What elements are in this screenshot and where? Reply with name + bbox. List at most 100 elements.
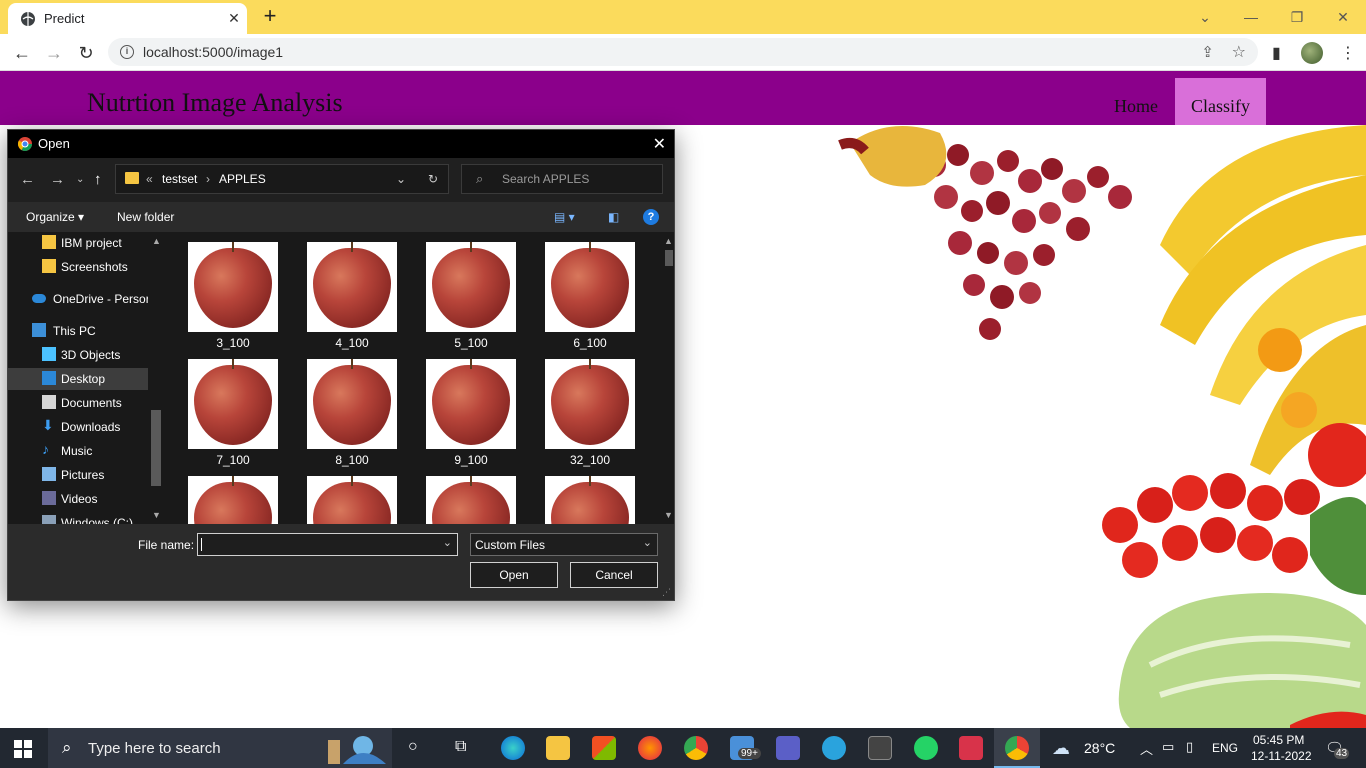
network-icon[interactable]: ▭	[1162, 739, 1174, 755]
file-type-select[interactable]: Custom Files ⌄	[470, 533, 658, 556]
organize-button[interactable]: Organize ▾	[26, 210, 84, 224]
nav-item-onedrive[interactable]: OneDrive - Persor	[8, 288, 150, 310]
file-item[interactable]	[188, 476, 278, 524]
chevron-down-icon[interactable]: ⌄	[643, 536, 652, 549]
nav-home-link[interactable]: Home	[1114, 96, 1158, 117]
chrome-icon[interactable]	[684, 736, 708, 760]
nav-item-ibm-project[interactable]: IBM project	[8, 232, 148, 254]
clock-time[interactable]: 05:45 PM	[1253, 733, 1304, 747]
file-item[interactable]	[545, 476, 635, 524]
nav-item-videos[interactable]: Videos	[8, 488, 148, 510]
forward-arrow-icon[interactable]: →	[50, 171, 65, 188]
nav-item-screenshots[interactable]: Screenshots	[8, 256, 148, 278]
nav-item-this-pc[interactable]: This PC	[8, 320, 148, 342]
open-button[interactable]: Open	[470, 562, 558, 588]
preview-pane-icon[interactable]: ◧	[608, 210, 619, 224]
tab-search-icon[interactable]: ⌄	[1182, 4, 1228, 30]
file-item[interactable]: 5_100	[426, 242, 516, 350]
chevron-down-icon[interactable]: ⌄	[443, 536, 452, 549]
cloud-weather-icon[interactable]: ☁	[1052, 738, 1070, 759]
dialog-close-icon[interactable]: ✕	[653, 134, 666, 154]
new-tab-button[interactable]: +	[258, 5, 282, 29]
info-icon[interactable]: i	[120, 45, 134, 59]
file-explorer-icon[interactable]	[546, 736, 570, 760]
nav-item-3d-objects[interactable]: 3D Objects	[8, 344, 148, 366]
profile-avatar[interactable]	[1301, 42, 1323, 64]
clock-date[interactable]: 12-11-2022	[1251, 749, 1312, 763]
address-bar[interactable]: i localhost:5000/image1 ⇪ ☆	[108, 38, 1258, 66]
menu-kebab-icon[interactable]: ⋮	[1340, 43, 1356, 63]
scroll-down-icon[interactable]: ▼	[664, 510, 673, 520]
up-folder-icon[interactable]: ↑	[94, 171, 102, 188]
side-panel-icon[interactable]: ▮	[1272, 43, 1281, 63]
app-icon[interactable]	[959, 736, 983, 760]
windows-start-icon[interactable]	[14, 740, 32, 758]
minimize-button[interactable]: —	[1228, 4, 1274, 30]
restore-button[interactable]: ❐	[1274, 4, 1320, 30]
resize-grip-icon[interactable]: ⋰	[662, 587, 671, 598]
scrollbar-thumb[interactable]	[665, 250, 673, 266]
nav-item-windows-c[interactable]: Windows (C:)	[8, 512, 148, 524]
nav-classify-link[interactable]: Classify	[1175, 78, 1266, 125]
bookmark-star-icon[interactable]: ☆	[1232, 42, 1246, 62]
file-item[interactable]: 9_100	[426, 359, 516, 467]
battery-icon[interactable]: ▯	[1186, 739, 1193, 755]
breadcrumb-testset[interactable]: testset	[162, 172, 197, 186]
microsoft-store-icon[interactable]	[592, 736, 616, 760]
scroll-up-icon[interactable]: ▲	[664, 236, 673, 246]
cancel-button[interactable]: Cancel	[570, 562, 658, 588]
scroll-down-icon[interactable]: ▼	[152, 510, 161, 520]
reload-icon[interactable]: ↻	[72, 39, 100, 67]
terminal-icon[interactable]	[868, 736, 892, 760]
forward-arrow-icon[interactable]: →	[40, 39, 68, 67]
back-arrow-icon[interactable]: ←	[20, 171, 35, 188]
chevron-down-icon[interactable]: ⌄	[396, 172, 406, 186]
nav-item-documents[interactable]: Documents	[8, 392, 148, 414]
browser-tab-predict[interactable]: Predict ✕	[8, 3, 247, 34]
file-name-input[interactable]: ⌄	[197, 533, 458, 556]
file-item[interactable]	[307, 476, 397, 524]
scroll-up-icon[interactable]: ▲	[152, 236, 161, 246]
taskbar-active-chrome[interactable]	[994, 728, 1040, 768]
tab-close-icon[interactable]: ✕	[224, 8, 244, 28]
url-text[interactable]: localhost:5000/image1	[143, 44, 283, 60]
file-item[interactable]: 32_100	[545, 359, 635, 467]
share-icon[interactable]: ⇪	[1201, 43, 1214, 61]
file-item[interactable]	[426, 476, 516, 524]
view-options-icon[interactable]: ▤ ▾	[554, 210, 575, 224]
scrollbar-thumb[interactable]	[151, 410, 161, 486]
breadcrumb-apples[interactable]: APPLES	[219, 172, 266, 186]
nav-item-music[interactable]: ♪ Music	[8, 440, 148, 462]
task-view-icon[interactable]: ⧉	[455, 738, 466, 756]
breadcrumb-overflow[interactable]: «	[146, 172, 153, 186]
recent-locations-icon[interactable]: ⌄	[76, 174, 84, 185]
taskbar-search-box[interactable]: ⌕ Type here to search	[48, 728, 392, 768]
cortana-icon[interactable]: ○	[408, 738, 418, 756]
search-input[interactable]: ⌕ Search APPLES	[461, 164, 663, 194]
file-item[interactable]: 4_100	[307, 242, 397, 350]
window-close-button[interactable]: ✕	[1320, 4, 1366, 30]
telegram-icon[interactable]	[822, 736, 846, 760]
file-item[interactable]: 8_100	[307, 359, 397, 467]
nav-item-label: Pictures	[61, 468, 105, 482]
teams-icon[interactable]	[776, 736, 800, 760]
nav-item-desktop[interactable]: Desktop	[8, 368, 148, 390]
new-folder-button[interactable]: New folder	[117, 210, 174, 224]
language-indicator[interactable]: ENG	[1212, 741, 1238, 755]
nav-item-downloads[interactable]: ⬇ Downloads	[8, 416, 148, 438]
file-item[interactable]: 6_100	[545, 242, 635, 350]
file-item[interactable]: 7_100	[188, 359, 278, 467]
edge-icon[interactable]	[501, 736, 525, 760]
nav-item-pictures[interactable]: Pictures	[8, 464, 148, 486]
file-grid-scrollbar[interactable]: ▲ ▼	[663, 232, 674, 524]
path-breadcrumb[interactable]: « testset › APPLES ⌄ ↻	[115, 164, 449, 194]
file-item[interactable]: 3_100	[188, 242, 278, 350]
whatsapp-icon[interactable]	[914, 736, 938, 760]
chevron-up-icon[interactable]: ︿	[1140, 739, 1153, 758]
nav-pane-scrollbar[interactable]: ▲ ▼	[148, 232, 164, 524]
weather-temperature[interactable]: 28°C	[1084, 740, 1115, 756]
back-arrow-icon[interactable]: ←	[8, 39, 36, 67]
help-icon[interactable]: ?	[643, 209, 659, 225]
refresh-icon[interactable]: ↻	[428, 172, 438, 186]
firefox-icon[interactable]	[638, 736, 662, 760]
